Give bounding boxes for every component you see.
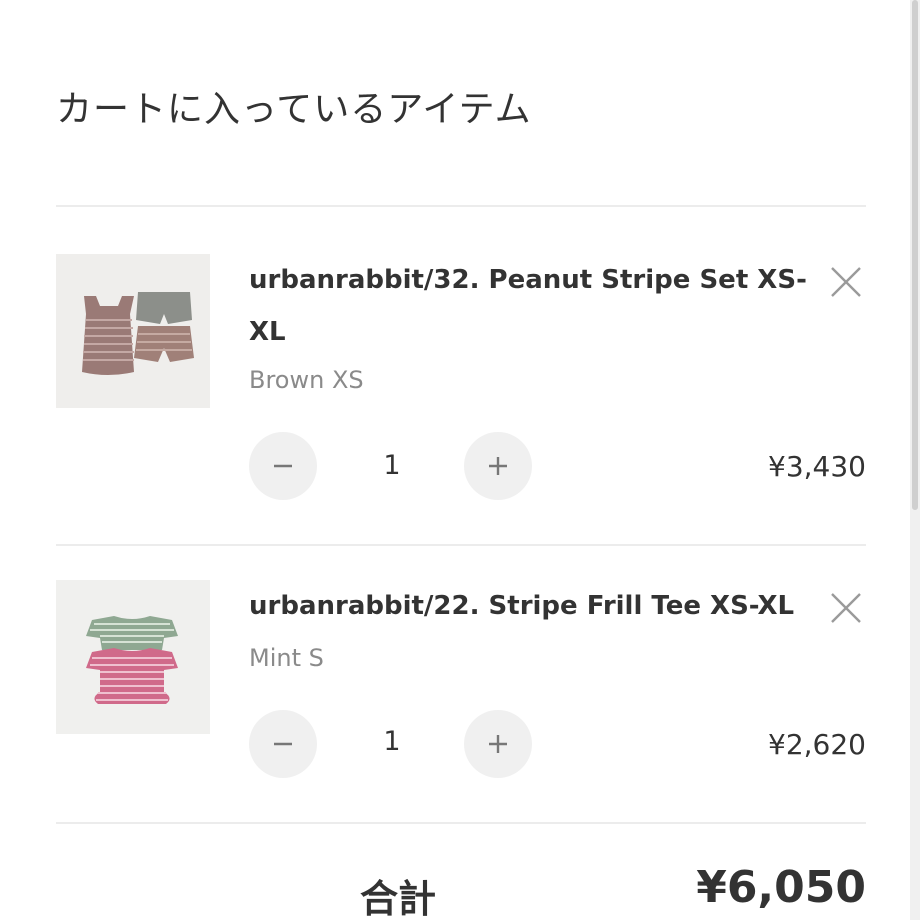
minus-icon [274, 464, 292, 468]
increase-quantity-button[interactable] [464, 710, 532, 778]
product-image[interactable] [56, 580, 210, 734]
minus-icon [274, 742, 292, 746]
decrease-quantity-button[interactable] [249, 710, 317, 778]
total-label: 合計 [360, 877, 437, 921]
product-name[interactable]: urbanrabbit/22. Stripe Frill Tee XS-XL [249, 580, 809, 632]
item-price: ¥2,620 [768, 728, 866, 761]
cart-item: urbanrabbit/22. Stripe Frill Tee XS-XL M… [56, 580, 866, 790]
quantity-value: 1 [383, 726, 401, 757]
scrollbar-thumb[interactable] [912, 0, 918, 510]
divider [56, 205, 866, 207]
plus-icon [489, 735, 507, 753]
close-icon [831, 267, 861, 297]
remove-item-button[interactable] [826, 588, 866, 628]
close-icon [831, 593, 861, 623]
divider [56, 544, 866, 546]
quantity-value: 1 [383, 450, 401, 481]
remove-item-button[interactable] [826, 262, 866, 302]
product-variant: Brown XS [249, 366, 364, 394]
product-image[interactable] [56, 254, 210, 408]
item-price: ¥3,430 [768, 450, 866, 483]
total-value: ¥6,050 [696, 862, 866, 913]
cart-item: urbanrabbit/32. Peanut Stripe Set XS-XL … [56, 254, 866, 514]
scrollbar[interactable] [910, 0, 920, 920]
divider [56, 822, 866, 824]
plus-icon [489, 457, 507, 475]
increase-quantity-button[interactable] [464, 432, 532, 500]
page-title: カートに入っているアイテム [56, 89, 532, 130]
decrease-quantity-button[interactable] [249, 432, 317, 500]
product-variant: Mint S [249, 644, 324, 672]
product-name[interactable]: urbanrabbit/32. Peanut Stripe Set XS-XL [249, 254, 809, 358]
